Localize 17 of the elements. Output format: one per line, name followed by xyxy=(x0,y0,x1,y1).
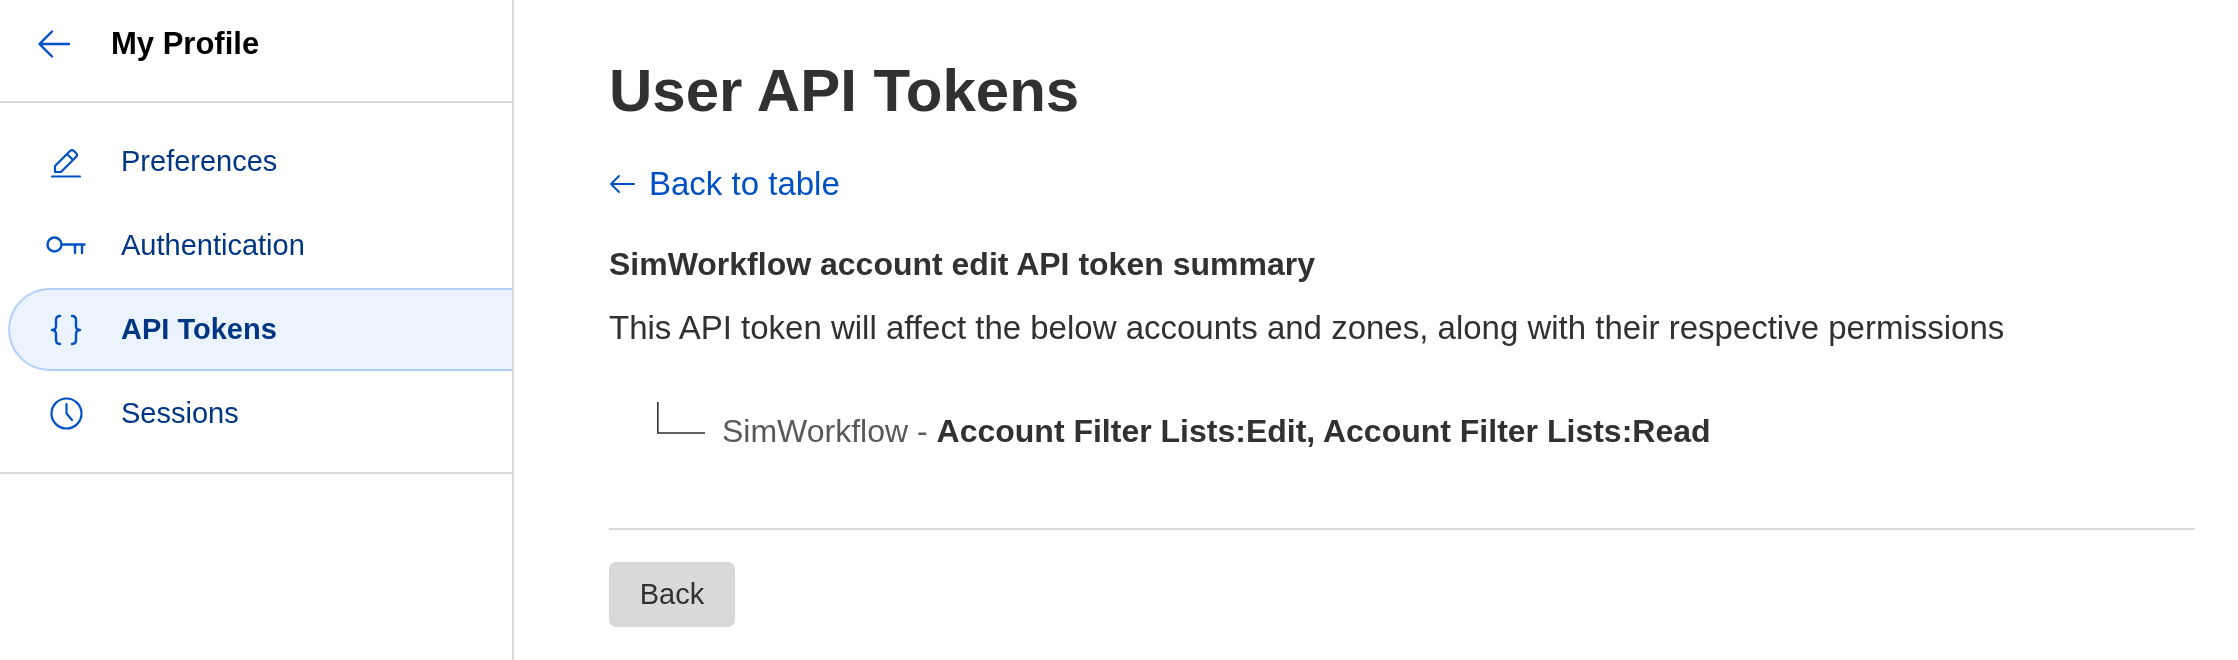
braces-icon xyxy=(50,313,82,346)
back-arrow-icon[interactable] xyxy=(38,29,70,58)
back-button[interactable]: Back xyxy=(609,562,735,627)
sidebar-item[interactable]: Authentication xyxy=(8,204,512,287)
page-title: User API Tokens xyxy=(609,56,1081,126)
summary-heading: SimWorkflow account edit API token summary xyxy=(609,245,1316,283)
summary-description: This API token will affect the below accounts and zones, along with their respective permissions xyxy=(609,308,2006,348)
tree-connector-icon xyxy=(657,402,705,434)
arrow-left-icon xyxy=(609,174,635,194)
sidebar-item[interactable]: API Tokens xyxy=(8,288,512,371)
key-icon xyxy=(46,236,86,255)
sidebar-item[interactable]: Preferences xyxy=(8,120,512,203)
account-permissions: SimWorkflow - Account Filter Lists:Edit, Account Filter Lists:Read xyxy=(722,412,1711,451)
clock-icon xyxy=(49,397,83,430)
sidebar-title: My Profile xyxy=(111,25,260,62)
back-to-table-link[interactable]: Back to table xyxy=(609,164,840,204)
sidebar-item[interactable]: Sessions xyxy=(8,372,512,455)
